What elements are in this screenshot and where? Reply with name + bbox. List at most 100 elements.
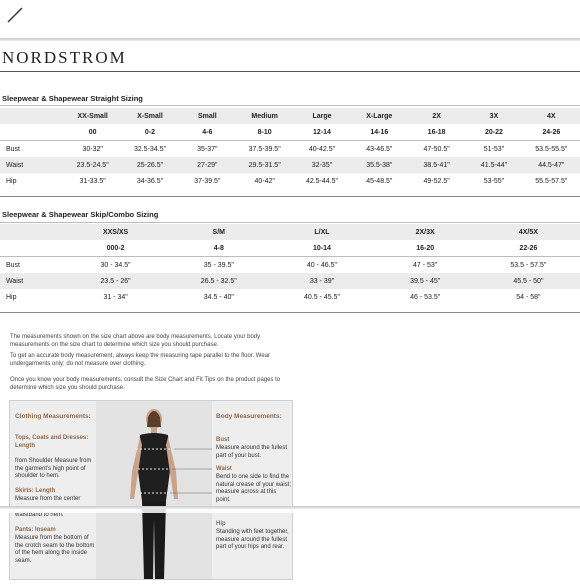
bust-text: Measure around the fullest part of your … — [216, 445, 288, 459]
size-cell: 16-20 — [373, 240, 477, 257]
row-label — [0, 124, 64, 141]
waist-text: Bend to one side to find the natural cre… — [216, 474, 292, 503]
size-cell: 27-29" — [178, 157, 236, 173]
size-cell: 32-35" — [293, 157, 351, 173]
bust-title: Bust — [216, 437, 230, 443]
brand-logo: NORDSTROM — [2, 48, 127, 67]
size-cell: 40.5 - 45.5" — [303, 293, 340, 301]
model-photo — [96, 401, 212, 579]
combo-sizing-table: XXS/XS S/M L/XL 2X/3X 4X/5X 000-2 4-8 10-14 16-2… — [0, 224, 580, 305]
size-cell: S/M — [167, 224, 271, 240]
clothing-measurements-panel: Clothing Measurements: Tops, Coats and D… — [10, 401, 96, 579]
size-cell: 35 - 39.5" — [203, 261, 234, 269]
row-label: Bust — [6, 145, 21, 153]
size-cell: 43-46.5" — [366, 145, 393, 153]
size-cell: 42.5-44.5" — [305, 177, 339, 185]
size-cell: 30-32" — [82, 145, 103, 153]
size-cell: Large — [293, 108, 351, 124]
size-cell: 30 - 34.5" — [100, 261, 131, 269]
combo-sizing-title: Sleepwear & Shapewear Skip/Combo Sizing — [2, 210, 159, 219]
skirts-text: Measure from the center — [15, 496, 81, 502]
row-label — [0, 240, 64, 257]
size-cell: 33 - 39" — [270, 273, 374, 289]
size-cell: 54 - 58" — [516, 293, 541, 301]
size-cell: 37-39.5" — [194, 177, 221, 185]
size-cell: 34.5 - 40" — [203, 293, 234, 301]
top-bar-shadow — [0, 38, 580, 41]
size-cell: 40-42.5" — [308, 145, 336, 153]
size-cell: 4X/5X — [476, 224, 580, 240]
size-cell: XX-Small — [64, 108, 122, 124]
skirts-title: Skirts: Length — [15, 488, 56, 494]
size-cell: 51-53" — [483, 145, 505, 153]
size-name-row: XXS/XS S/M L/XL 2X/3X 4X/5X — [0, 224, 580, 240]
size-cell: 46 - 53.5" — [410, 293, 441, 301]
row-label: Bust — [6, 261, 21, 269]
size-cell: 10-14 — [270, 240, 374, 257]
row-label — [0, 224, 64, 240]
divider — [0, 71, 580, 72]
size-cell: 20-22 — [465, 124, 523, 141]
size-cell: 000-2 — [64, 240, 168, 257]
size-cell: 53.5 - 57.5" — [510, 261, 547, 269]
size-cell: Small — [178, 108, 236, 124]
size-cell: 45.5 - 50" — [476, 273, 580, 289]
size-name-row: XX-Small X-Small Small Medium Large X-Large 2X… — [0, 108, 580, 124]
size-cell: 12-14 — [293, 124, 351, 141]
size-cell: 45-48.5" — [366, 177, 393, 185]
size-number-row: 000-2 4-8 10-14 16-20 22-26 — [0, 240, 580, 257]
body-heading: Body Measurements: — [216, 413, 282, 420]
row-label: Hip — [6, 293, 17, 301]
size-cell: Medium — [235, 108, 294, 124]
measurement-row-waist: Waist 23.5 - 26" 26.5 - 32.5" 33 - 39" 39.5 … — [0, 273, 580, 289]
size-cell: 23.5 - 26" — [64, 273, 168, 289]
measurement-row-bust: Bust 30-32" 32.5-34.5" 35-37" 37.5-39.5" 40-4… — [0, 141, 580, 158]
size-cell: 47 - 53" — [413, 261, 438, 269]
size-cell: 23.5-24.5" — [64, 157, 122, 173]
size-cell: 14-16 — [350, 124, 408, 141]
size-cell: 16-18 — [407, 124, 466, 141]
app-top-bar — [0, 0, 580, 40]
size-cell: 2X — [407, 108, 466, 124]
size-cell: 44.5-47" — [522, 157, 580, 173]
body-measurements-panel: Body Measurements: Bust Measure around t… — [212, 401, 292, 579]
row-label: Waist — [0, 273, 64, 289]
size-cell: 40 - 46.5" — [306, 261, 338, 269]
divider — [0, 105, 580, 106]
size-cell: 37.5-39.5" — [248, 145, 281, 153]
measurement-row-hip: Hip 31 - 34" 34.5 - 40" 40.5 - 45.5" 46 - 53… — [0, 289, 580, 305]
divider — [0, 222, 580, 223]
pants-title: Pants: Inseam — [15, 527, 56, 533]
size-cell: 3X — [465, 108, 523, 124]
size-cell: 55.5-57.5" — [535, 177, 568, 185]
size-number-row: 00 0-2 4-6 8-10 12-14 14-16 16-18 20-22 24-26 — [0, 124, 580, 141]
back-icon[interactable] — [4, 2, 26, 24]
row-label: Waist — [0, 157, 64, 173]
hip-title: Hip — [216, 521, 226, 527]
size-cell: 47-50.5" — [423, 145, 450, 153]
row-label: Hip — [6, 177, 17, 185]
size-cell: X-Large — [350, 108, 408, 124]
size-cell: 29.5-31.5" — [235, 157, 294, 173]
size-cell: 49-52.5" — [423, 177, 450, 185]
size-cell: 53-55" — [483, 177, 505, 185]
tops-text: from Shoulder Measure from the garment's… — [15, 458, 92, 479]
measurement-row-hip: Hip 31-33.5" 34-36.5" 37-39.5" 40-42" 42.5-44… — [0, 173, 580, 189]
measurement-row-waist: Waist 23.5-24.5" 25-26.5" 27-29" 29.5-31.5" 3… — [0, 157, 580, 173]
clothing-heading: Clothing Measurements: — [15, 413, 91, 420]
measurement-guide: Clothing Measurements: Tops, Coats and D… — [9, 400, 293, 580]
note-accurate-measurement: To get an accurate body measurement, alw… — [10, 353, 271, 367]
divider — [0, 312, 580, 313]
size-cell: 0-2 — [121, 124, 179, 141]
size-cell: 4X — [522, 108, 580, 124]
size-cell: 31-33.5" — [79, 177, 106, 185]
size-cell: 53.5-55.5" — [535, 145, 568, 153]
size-cell: 40-42" — [254, 177, 275, 185]
skirts-tail: waistband to hem. — [15, 512, 64, 518]
note-body-measurements: The measurements shown on the size chart… — [10, 334, 261, 348]
size-cell: L/XL — [270, 224, 374, 240]
waist-title: Waist — [216, 466, 232, 472]
size-cell: X-Small — [121, 108, 179, 124]
size-cell: 41.5-44" — [465, 157, 523, 173]
size-cell: 35-37" — [197, 145, 218, 153]
